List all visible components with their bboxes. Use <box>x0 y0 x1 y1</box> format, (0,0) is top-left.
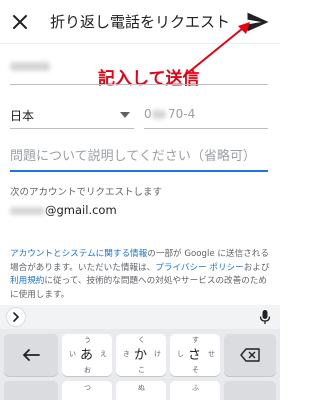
key-hint-right: せ <box>208 350 215 358</box>
name-field[interactable] <box>10 56 62 78</box>
description-input[interactable] <box>10 144 268 168</box>
email-domain: @gmail.com <box>45 203 117 217</box>
key-hint-top: ぬ <box>138 384 145 392</box>
left-arrow-icon <box>22 349 40 361</box>
key-hint-left: き <box>123 350 130 358</box>
key-hint-left: し <box>177 350 184 358</box>
key-hint-bottom: こ <box>138 366 145 374</box>
disclaimer: アカウントとシステムに関する情報の一部が Google に送信される場合がありま… <box>10 248 272 302</box>
description-underline <box>10 170 268 172</box>
privacy-policy-link[interactable]: プライバシー ポリシー <box>155 263 244 273</box>
key-hint-right: け <box>154 350 161 358</box>
key-ha-row[interactable]: ふ <box>170 381 220 400</box>
key-hint-left: い <box>69 350 76 358</box>
key-a-row[interactable]: う い あ え お <box>62 334 112 376</box>
phone-value-tail: 70-4 <box>168 107 196 121</box>
country-underline <box>10 128 134 129</box>
account-label: 次のアカウントでリクエストします <box>10 187 163 198</box>
key-hint-top: つ <box>84 384 91 392</box>
chevron-right-icon <box>13 312 20 322</box>
chevron-down-icon <box>120 112 130 118</box>
close-icon <box>13 15 27 29</box>
disclaimer-text-2: および <box>243 262 270 273</box>
redacted-phone <box>152 110 166 119</box>
backspace-key[interactable] <box>224 334 276 376</box>
keyboard-row2-left-key[interactable] <box>4 381 58 400</box>
redacted-name <box>10 62 50 71</box>
keyboard-left-arrow-key[interactable] <box>4 334 58 376</box>
mic-icon[interactable] <box>258 309 272 325</box>
key-hint-top: ふ <box>192 384 199 392</box>
keyboard-toolbar <box>0 305 280 329</box>
key-sa-row[interactable]: す し さ せ そ <box>170 334 220 376</box>
backspace-icon <box>240 348 260 362</box>
annotation-label: 記入して送信 <box>98 69 200 89</box>
key-ta-row[interactable]: つ <box>62 381 112 400</box>
terms-link[interactable]: 利用規約 <box>10 276 44 286</box>
phone-value-head: 0 <box>144 107 152 121</box>
key-hint-right: え <box>100 350 107 358</box>
keyboard-row2-right-key[interactable] <box>224 381 276 400</box>
key-main: か <box>134 348 148 363</box>
key-main: さ <box>188 348 202 363</box>
account-email: @gmail.com <box>10 203 117 217</box>
key-main: あ <box>80 348 94 363</box>
country-value: 日本 <box>10 109 35 123</box>
system-info-link[interactable]: アカウントとシステムに関する情報 <box>10 249 147 259</box>
country-select[interactable]: 日本 <box>10 104 134 126</box>
key-hint-bottom: お <box>84 366 91 374</box>
disclaimer-text-3: に従って、技術的な問題への対処やサービスの改善のために使用します。 <box>10 276 267 300</box>
redacted-email-user <box>10 206 44 215</box>
phone-underline <box>144 128 268 129</box>
phone-field[interactable]: 0 70-4 <box>144 104 268 126</box>
close-button[interactable] <box>8 10 32 34</box>
key-ka-row[interactable]: く き か け こ <box>116 334 166 376</box>
key-na-row[interactable]: ぬ <box>116 381 166 400</box>
keyboard-expand-button[interactable] <box>6 307 26 327</box>
key-hint-bottom: そ <box>192 366 199 374</box>
keyboard: う い あ え お く き か け こ す し さ せ そ つ ぬ ふ <box>0 329 280 400</box>
name-field-underline <box>10 84 268 85</box>
